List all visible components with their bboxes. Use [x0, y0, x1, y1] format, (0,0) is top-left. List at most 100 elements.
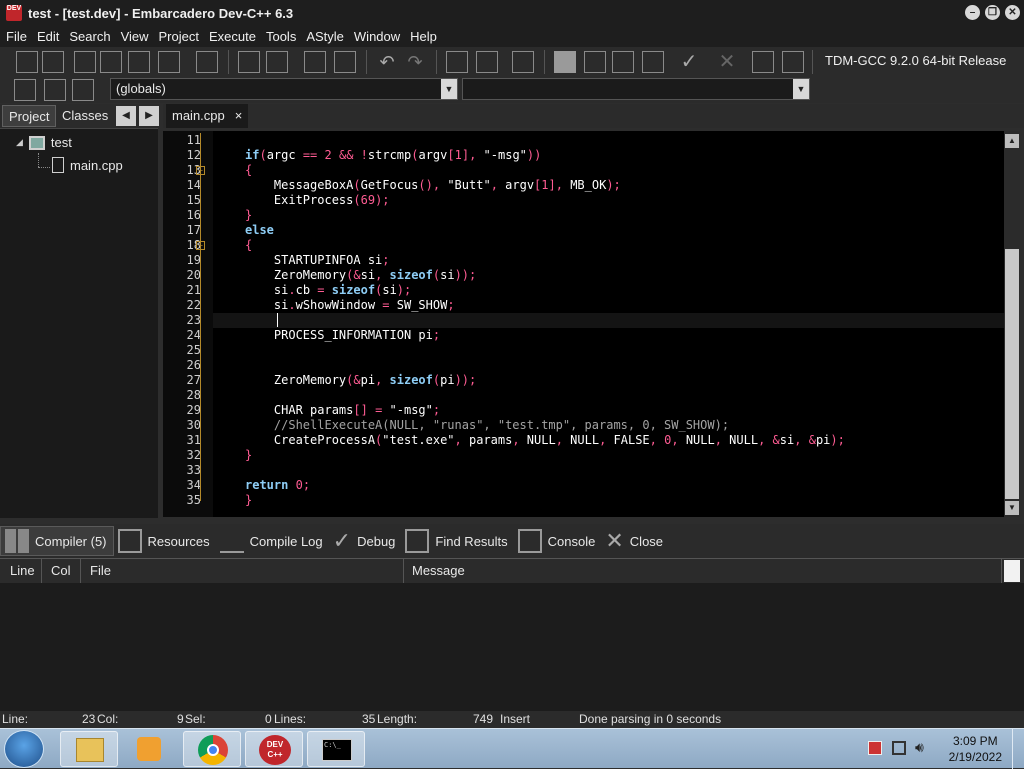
- syntax-check-icon[interactable]: ✓: [678, 51, 700, 73]
- tab-classes[interactable]: Classes: [56, 105, 114, 127]
- menu-edit[interactable]: Edit: [32, 29, 64, 44]
- code-line[interactable]: si.cb = sizeof(si);: [245, 283, 411, 297]
- restore-button[interactable]: ❐: [985, 5, 1000, 20]
- insert-icon[interactable]: [14, 79, 36, 101]
- scrollbar-thumb[interactable]: [1005, 249, 1019, 499]
- code-line[interactable]: if(argc == 2 && !strcmp(argv[1], "-msg")…: [245, 148, 541, 162]
- taskbar-explorer[interactable]: [60, 731, 118, 767]
- profile-icon[interactable]: [752, 51, 774, 73]
- minimize-button[interactable]: –: [965, 5, 980, 20]
- column-line[interactable]: Line: [4, 559, 42, 583]
- chevron-down-icon[interactable]: ▼: [441, 79, 457, 99]
- tab-resources[interactable]: Resources: [114, 526, 216, 556]
- new-file-icon[interactable]: [16, 51, 38, 73]
- menu-search[interactable]: Search: [64, 29, 115, 44]
- code-editor[interactable]: 11 12 13 14 15 16 17 18 19 20 21 22 23 24 25 26 27 28 29 30…: [163, 131, 1004, 517]
- close-all-icon[interactable]: [158, 51, 180, 73]
- column-file[interactable]: File: [84, 559, 404, 583]
- action-center-icon[interactable]: [868, 741, 882, 755]
- start-button-icon[interactable]: [4, 730, 44, 768]
- tab-close[interactable]: ✕ Close: [601, 526, 669, 556]
- show-desktop-button[interactable]: [1012, 729, 1024, 769]
- expand-arrow-icon[interactable]: ◢: [16, 137, 23, 148]
- menu-window[interactable]: Window: [349, 29, 405, 44]
- code-line[interactable]: CHAR params[] = "-msg";: [245, 403, 440, 417]
- tab-console[interactable]: Console: [514, 526, 602, 556]
- close-tab-icon[interactable]: ×: [235, 104, 243, 128]
- code-line[interactable]: ZeroMemory(&si, sizeof(si));: [245, 268, 476, 282]
- menu-tools[interactable]: Tools: [261, 29, 301, 44]
- tab-scroll-left-icon[interactable]: ◀: [116, 106, 136, 126]
- code-line[interactable]: si.wShowWindow = SW_SHOW;: [245, 298, 455, 312]
- taskbar-console[interactable]: C:\_: [307, 731, 365, 767]
- code-line[interactable]: MessageBoxA(GetFocus(), "Butt", argv[1],…: [245, 178, 621, 192]
- compiler-label[interactable]: TDM-GCC 9.2.0 64-bit Release: [825, 53, 1006, 68]
- run-icon[interactable]: [584, 51, 606, 73]
- tab-main-cpp[interactable]: main.cpp ×: [166, 104, 249, 128]
- scroll-up-icon[interactable]: ▲: [1005, 134, 1019, 148]
- tab-scroll-right-icon[interactable]: ▶: [139, 106, 159, 126]
- delete-profile-icon[interactable]: [782, 51, 804, 73]
- menu-execute[interactable]: Execute: [204, 29, 261, 44]
- menu-project[interactable]: Project: [154, 29, 204, 44]
- tab-find-results[interactable]: Find Results: [401, 526, 513, 556]
- tab-compile-log[interactable]: Compile Log: [216, 526, 329, 556]
- messages-list[interactable]: [0, 583, 1024, 711]
- toggle-comment-icon[interactable]: [304, 51, 326, 73]
- redo-icon[interactable]: ↷: [404, 51, 426, 73]
- code-line[interactable]: PROCESS_INFORMATION pi;: [245, 328, 440, 342]
- new-project-icon[interactable]: [446, 51, 468, 73]
- rebuild-all-icon[interactable]: [642, 51, 664, 73]
- chevron-down-icon[interactable]: ▼: [793, 79, 809, 99]
- save-icon[interactable]: [74, 51, 96, 73]
- save-all-icon[interactable]: [100, 51, 122, 73]
- goto-line-icon[interactable]: [334, 51, 356, 73]
- menu-file[interactable]: File: [1, 29, 32, 44]
- code-line[interactable]: return 0;: [245, 478, 310, 492]
- network-icon[interactable]: [892, 741, 906, 755]
- code-line[interactable]: ZeroMemory(&pi, sizeof(pi));: [245, 373, 476, 387]
- code-line[interactable]: else: [245, 223, 274, 237]
- project-options-icon[interactable]: [512, 51, 534, 73]
- stop-execution-icon[interactable]: ✕: [716, 51, 738, 73]
- code-line[interactable]: }: [245, 208, 252, 222]
- menu-view[interactable]: View: [116, 29, 154, 44]
- column-message[interactable]: Message: [406, 559, 1002, 583]
- tab-compiler[interactable]: Compiler (5): [0, 526, 114, 556]
- system-clock[interactable]: 3:09 PM 2/19/2022: [949, 733, 1002, 765]
- goto-bookmark-icon[interactable]: [72, 79, 94, 101]
- code-line[interactable]: }: [245, 493, 252, 507]
- scope-combo[interactable]: (globals) ▼: [110, 78, 458, 100]
- toggle-bookmark-icon[interactable]: [44, 79, 66, 101]
- code-line[interactable]: {: [245, 238, 252, 252]
- find-icon[interactable]: [238, 51, 260, 73]
- code-line[interactable]: ExitProcess(69);: [245, 193, 390, 207]
- taskbar-devcpp[interactable]: DEV C++: [245, 731, 303, 767]
- taskbar-chrome[interactable]: [183, 731, 241, 767]
- editor-vertical-scrollbar[interactable]: ▲ ▼: [1004, 131, 1020, 517]
- open-file-icon[interactable]: [42, 51, 64, 73]
- replace-icon[interactable]: [266, 51, 288, 73]
- undo-icon[interactable]: ↶: [376, 51, 398, 73]
- scroll-down-icon[interactable]: ▼: [1005, 501, 1019, 515]
- column-col[interactable]: Col: [45, 559, 81, 583]
- function-combo[interactable]: ▼: [462, 78, 810, 100]
- add-to-project-icon[interactable]: [476, 51, 498, 73]
- code-line[interactable]: //ShellExecuteA(NULL, "runas", "test.tmp…: [245, 418, 729, 432]
- tab-project[interactable]: Project: [2, 105, 57, 127]
- code-line[interactable]: {: [245, 163, 252, 177]
- tab-debug[interactable]: ✓ Debug: [329, 526, 402, 556]
- close-window-button[interactable]: ✕: [1005, 5, 1020, 20]
- code-line[interactable]: }: [245, 448, 252, 462]
- taskbar-media-player[interactable]: [120, 731, 178, 767]
- code-line[interactable]: CreateProcessA("test.exe", params, NULL,…: [245, 433, 845, 447]
- compile-icon[interactable]: [554, 51, 576, 73]
- tree-node-project[interactable]: ◢ test: [16, 135, 72, 150]
- print-icon[interactable]: [196, 51, 218, 73]
- menu-help[interactable]: Help: [405, 29, 442, 44]
- volume-icon[interactable]: 🔊︎: [915, 739, 924, 756]
- compile-run-icon[interactable]: [612, 51, 634, 73]
- close-file-icon[interactable]: [128, 51, 150, 73]
- code-line[interactable]: STARTUPINFOA si;: [245, 253, 390, 267]
- menu-astyle[interactable]: AStyle: [301, 29, 349, 44]
